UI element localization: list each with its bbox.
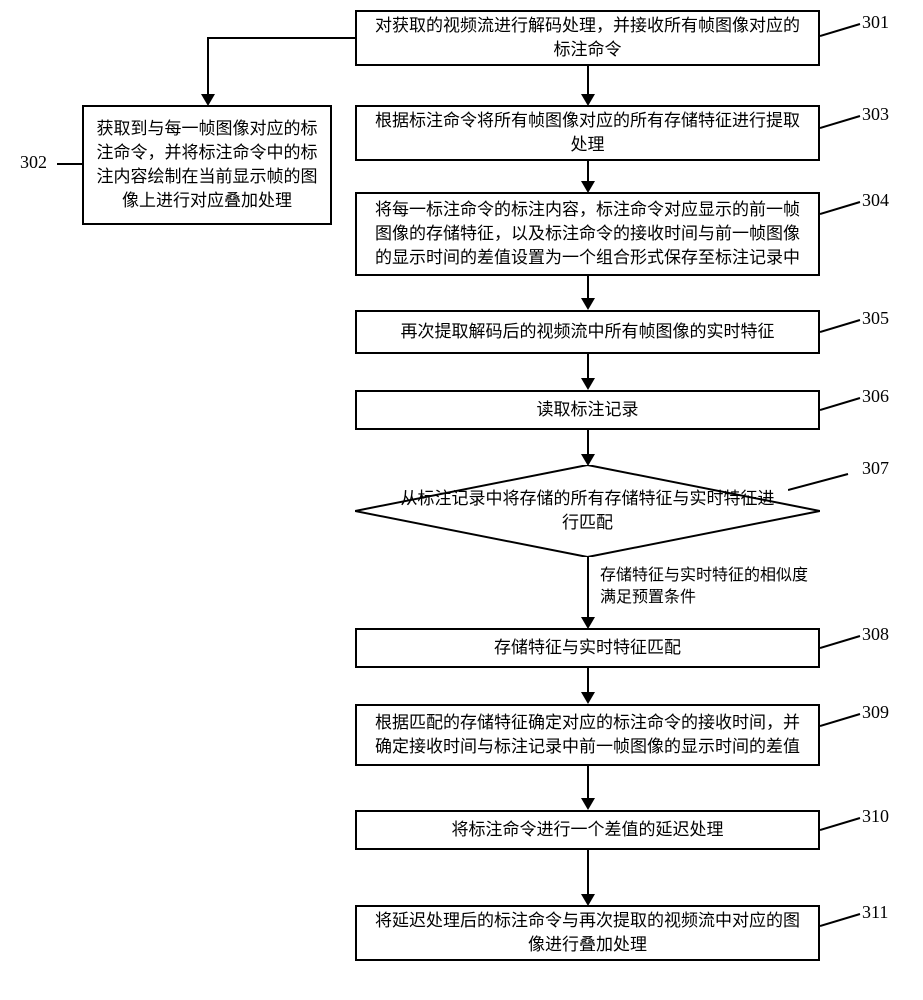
ref-303: 303 — [862, 104, 889, 125]
node-309-text: 根据匹配的存储特征确定对应的标注命令的接收时间，并确定接收时间与标注记录中前一帧… — [369, 711, 806, 759]
ref-leader-302 — [57, 163, 82, 165]
node-308: 存储特征与实时特征匹配 — [355, 628, 820, 668]
arrow-309-310 — [581, 798, 595, 810]
node-305: 再次提取解码后的视频流中所有帧图像的实时特征 — [355, 310, 820, 354]
arrow-306-307 — [581, 454, 595, 466]
arrow-305-306 — [581, 378, 595, 390]
edge-301-302-v — [207, 37, 209, 95]
ref-301: 301 — [862, 12, 889, 33]
edge-304-305 — [587, 276, 589, 298]
edge-303-304 — [587, 161, 589, 181]
arrow-307-308 — [581, 617, 595, 629]
edge-310-311 — [587, 850, 589, 894]
node-302-text: 获取到与每一帧图像对应的标注命令，并将标注命令中的标注内容绘制在当前显示帧的图像… — [96, 117, 318, 212]
ref-307: 307 — [862, 458, 889, 479]
ref-308: 308 — [862, 624, 889, 645]
arrow-304-305 — [581, 298, 595, 310]
edge-306-307 — [587, 430, 589, 454]
node-310: 将标注命令进行一个差值的延迟处理 — [355, 810, 820, 850]
edge-309-310 — [587, 766, 589, 798]
arrow-308-309 — [581, 692, 595, 704]
edge-label-307-308: 存储特征与实时特征的相似度满足预置条件 — [600, 565, 820, 608]
node-306-text: 读取标注记录 — [537, 398, 639, 422]
ref-309: 309 — [862, 702, 889, 723]
ref-305: 305 — [862, 308, 889, 329]
node-304: 将每一标注命令的标注内容，标注命令对应显示的前一帧图像的存储特征，以及标注命令的… — [355, 192, 820, 276]
node-304-text: 将每一标注命令的标注内容，标注命令对应显示的前一帧图像的存储特征，以及标注命令的… — [369, 198, 806, 269]
edge-305-306 — [587, 354, 589, 378]
node-305-text: 再次提取解码后的视频流中所有帧图像的实时特征 — [401, 320, 775, 344]
node-311: 将延迟处理后的标注命令与再次提取的视频流中对应的图像进行叠加处理 — [355, 905, 820, 961]
node-301-text: 对获取的视频流进行解码处理，并接收所有帧图像对应的标注命令 — [369, 14, 806, 62]
ref-302: 302 — [20, 152, 47, 173]
node-303: 根据标注命令将所有帧图像对应的所有存储特征进行提取处理 — [355, 105, 820, 161]
ref-311: 311 — [862, 902, 888, 923]
node-307-text: 从标注记录中将存储的所有存储特征与实时特征进行匹配 — [355, 487, 820, 535]
arrow-301-302 — [201, 94, 215, 106]
node-308-text: 存储特征与实时特征匹配 — [494, 636, 681, 660]
node-303-text: 根据标注命令将所有帧图像对应的所有存储特征进行提取处理 — [369, 109, 806, 157]
node-307: 从标注记录中将存储的所有存储特征与实时特征进行匹配 — [355, 465, 820, 557]
ref-304: 304 — [862, 190, 889, 211]
edge-308-309 — [587, 668, 589, 692]
node-310-text: 将标注命令进行一个差值的延迟处理 — [452, 818, 724, 842]
edge-301-302-h — [207, 37, 355, 39]
arrow-303-304 — [581, 181, 595, 193]
node-301: 对获取的视频流进行解码处理，并接收所有帧图像对应的标注命令 — [355, 10, 820, 66]
node-309: 根据匹配的存储特征确定对应的标注命令的接收时间，并确定接收时间与标注记录中前一帧… — [355, 704, 820, 766]
edge-307-308 — [587, 557, 589, 617]
ref-310: 310 — [862, 806, 889, 827]
ref-306: 306 — [862, 386, 889, 407]
node-306: 读取标注记录 — [355, 390, 820, 430]
node-311-text: 将延迟处理后的标注命令与再次提取的视频流中对应的图像进行叠加处理 — [369, 909, 806, 957]
node-302: 获取到与每一帧图像对应的标注命令，并将标注命令中的标注内容绘制在当前显示帧的图像… — [82, 105, 332, 225]
arrow-310-311 — [581, 894, 595, 906]
arrow-301-303 — [581, 94, 595, 106]
edge-301-303 — [587, 66, 589, 94]
